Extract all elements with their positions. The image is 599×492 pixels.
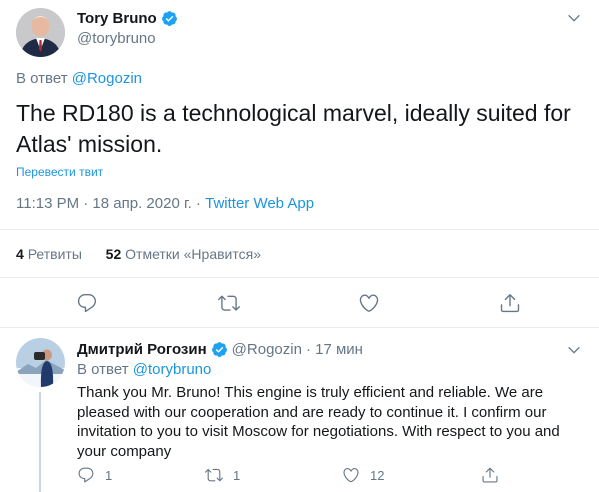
- reply-icon: [78, 467, 94, 483]
- avatar[interactable]: [16, 8, 65, 57]
- reply-time[interactable]: · 17 мин: [306, 341, 363, 358]
- reply-author-handle[interactable]: @Rogozin: [232, 341, 302, 358]
- avatar-photo: [16, 338, 65, 387]
- tweet-stats: 4 Ретвиты 52 Отметки «Нравится»: [16, 246, 261, 262]
- reply-button[interactable]: 1: [77, 466, 112, 484]
- retweets-stat[interactable]: 4 Ретвиты: [16, 246, 82, 262]
- retweets-label: Ретвиты: [27, 246, 82, 262]
- replying-to-link[interactable]: @torybruno: [133, 361, 212, 378]
- likes-count: 52: [105, 246, 122, 262]
- like-icon: [343, 468, 359, 483]
- share-icon: [482, 467, 498, 483]
- translate-tweet-link[interactable]: Перевести твит: [16, 165, 103, 179]
- meta-separator: ·: [191, 195, 206, 212]
- retweets-count: 4: [16, 246, 24, 262]
- share-button[interactable]: [499, 292, 521, 314]
- tweet-source-link[interactable]: Twitter Web App: [205, 195, 314, 212]
- reply-header: Дмитрий Рогозин @Rogozin · 17 мин: [77, 341, 363, 358]
- retweet-button[interactable]: [218, 292, 240, 314]
- chevron-down-icon: [568, 346, 580, 354]
- thread-line: [39, 392, 41, 492]
- divider: [0, 277, 599, 278]
- replying-to: В ответ @torybruno: [77, 361, 211, 378]
- avatar[interactable]: [16, 338, 65, 387]
- like-icon: [359, 294, 379, 312]
- author-handle[interactable]: @torybruno: [77, 30, 156, 47]
- author-name-text[interactable]: Tory Bruno: [77, 10, 157, 27]
- share-button[interactable]: [481, 466, 499, 484]
- retweet-icon: [218, 295, 240, 311]
- divider: [0, 327, 599, 328]
- tweet-timestamp[interactable]: 11:13 PM · 18 апр. 2020 г.: [16, 195, 192, 212]
- reply-author-name[interactable]: Дмитрий Рогозин: [77, 341, 207, 358]
- avatar-photo: [16, 8, 65, 57]
- tweet-text: The RD180 is a technological marvel, ide…: [16, 100, 571, 157]
- replying-to: В ответ @Rogozin: [16, 70, 142, 87]
- like-button[interactable]: 12: [342, 466, 384, 484]
- likes-stat[interactable]: 52 Отметки «Нравится»: [106, 246, 261, 262]
- retweet-button[interactable]: 1: [205, 466, 240, 484]
- verified-badge-icon: [161, 11, 177, 26]
- like-button[interactable]: [358, 292, 380, 314]
- replying-to-link[interactable]: @Rogozin: [72, 70, 142, 87]
- more-options-button[interactable]: [566, 10, 582, 26]
- like-count: 12: [370, 467, 385, 483]
- replying-to-prefix: В ответ: [16, 70, 68, 87]
- reply-button[interactable]: [76, 292, 98, 314]
- reply-count: 1: [105, 467, 113, 483]
- more-options-button[interactable]: [566, 342, 582, 358]
- reply-icon: [77, 294, 97, 313]
- divider: [0, 229, 599, 230]
- chevron-down-icon: [568, 14, 580, 22]
- replying-to-prefix: В ответ: [77, 361, 129, 378]
- likes-label: Отметки «Нравится»: [125, 246, 261, 262]
- share-icon: [500, 294, 520, 313]
- reply-text: Thank you Mr. Bruno! This engine is trul…: [77, 384, 560, 460]
- verified-badge-icon: [211, 342, 227, 357]
- tweet-meta: 11:13 PM · 18 апр. 2020 г. · Twitter Web…: [16, 195, 314, 212]
- retweet-count: 1: [233, 467, 241, 483]
- author-name[interactable]: Tory Bruno: [77, 10, 178, 27]
- retweet-icon: [205, 468, 223, 482]
